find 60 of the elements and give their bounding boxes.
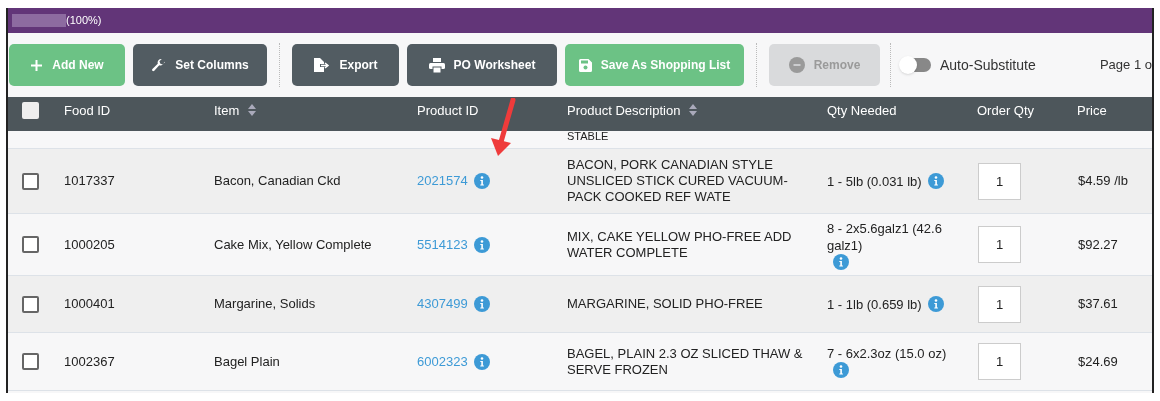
table-cell-text: Bacon, Canadian Ckd [214, 172, 342, 191]
table-cell-text: MIX, CAKE YELLOW PHO-FREE ADD WATER COMPLETE [567, 228, 793, 261]
info-icon[interactable] [473, 173, 490, 189]
column-header[interactable]: Product Description [567, 100, 698, 121]
table-cell-text: STABLE [567, 131, 610, 142]
sort-icon [689, 104, 698, 117]
printer-icon [428, 57, 445, 73]
toolbar-button[interactable]: Export [292, 44, 399, 86]
checkbox[interactable] [22, 101, 39, 119]
info-icon[interactable] [927, 296, 944, 312]
wrench-icon [151, 57, 167, 73]
info-icon[interactable] [473, 296, 490, 312]
table-cell: 7 - 6x2.3oz (15.0 oz) [827, 345, 947, 362]
column-header: Order Qty [977, 101, 1035, 120]
table-cell: 1 - 5lb (0.031 lb) [827, 172, 922, 190]
column-header: Price [1077, 101, 1107, 120]
toggle-label: Auto-Substitute [940, 55, 1036, 75]
table-cell-text: 1002367 [64, 352, 116, 371]
table-cell-text: Margarine, Solids [214, 295, 317, 314]
table-cell-text: 1017337 [64, 172, 116, 191]
column-header[interactable]: Item [214, 100, 257, 121]
table-cell-text: BAGEL, PLAIN 2.3 OZ SLICED THAW & SERVE FROZEN [567, 345, 804, 378]
table-cell-text: 1000401 [64, 295, 116, 314]
table-cell-text: $24.69 [1078, 352, 1119, 371]
plus-icon [30, 58, 44, 72]
toolbar-button[interactable]: Set Columns [133, 44, 267, 86]
table-cell: 1 - 1lb (0.659 lb) [827, 295, 922, 313]
checkbox[interactable] [22, 353, 39, 370]
quantity-field[interactable]: 1 [978, 285, 1021, 323]
quantity-field[interactable]: 1 [978, 343, 1021, 380]
table-cell-text: $4.59 /lb [1078, 172, 1129, 191]
column-header: Qty Needed [827, 101, 897, 120]
checkbox[interactable] [22, 172, 39, 190]
toggle-switch[interactable] [901, 58, 931, 72]
progress-label: (100%) [66, 13, 102, 29]
info-icon[interactable] [833, 362, 849, 378]
table-cell-text: $92.27 [1078, 235, 1119, 254]
info-icon[interactable] [473, 236, 490, 253]
sort-icon [248, 104, 257, 117]
quantity-field[interactable]: 1 [978, 162, 1021, 200]
table-cell-text: BACON, PORK CANADIAN STYLE UNSLICED STICK CURED VACUUM-PACK COOKED REF WATE [567, 157, 789, 205]
table-cell-text: Bagel Plain [214, 352, 281, 371]
minus-circle-icon [788, 57, 805, 73]
table-cell-text: Cake Mix, Yellow Complete [214, 235, 373, 254]
table-cell-text: MARGARINE, SOLID PHO-FREE [567, 296, 764, 312]
export-icon [313, 57, 331, 73]
page-indicator: Page 1 o [1099, 56, 1152, 75]
column-header: Product ID [417, 101, 479, 120]
checkbox[interactable] [22, 236, 39, 253]
toolbar-button[interactable]: PO Worksheet [407, 44, 557, 86]
info-icon[interactable] [927, 173, 944, 189]
table-cell-text: 8 - 2x5.6galz1 (42.6 galz1) [827, 219, 943, 254]
quantity-field[interactable]: 1 [978, 226, 1021, 263]
checkbox[interactable] [22, 295, 39, 313]
info-icon[interactable] [473, 353, 490, 370]
table-cell-text: 1000205 [64, 235, 116, 254]
table-cell-text: $37.61 [1078, 295, 1119, 314]
info-icon[interactable] [833, 253, 849, 270]
column-header: Food ID [64, 101, 111, 120]
redacted-block [12, 14, 66, 27]
